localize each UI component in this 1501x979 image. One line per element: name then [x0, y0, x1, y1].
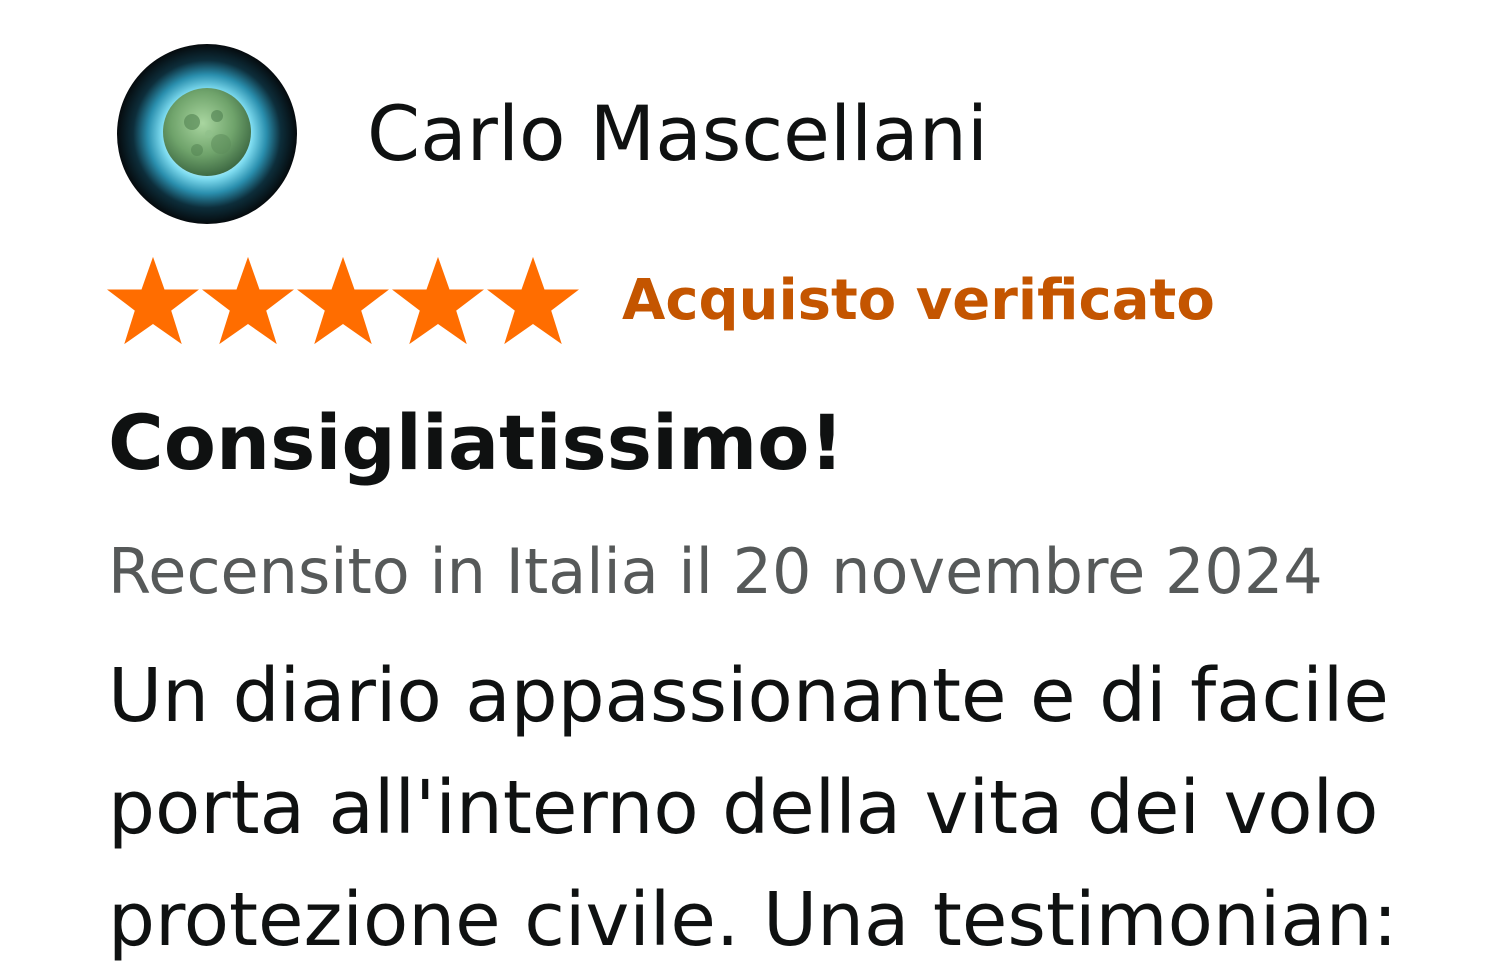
- review-body-line: protezione civile. Una testimonian:: [108, 877, 1398, 963]
- star-rating[interactable]: [105, 255, 580, 347]
- rating-row: Acquisto verificato: [105, 255, 1215, 347]
- review-card: Carlo Mascellani Acquisto verificato Con…: [0, 0, 1501, 979]
- star-icon: [105, 255, 201, 347]
- review-title[interactable]: Consigliatissimo!: [108, 393, 844, 493]
- verified-purchase-badge: Acquisto verificato: [622, 268, 1215, 333]
- review-body-line: porta all'interno della vita dei volo: [108, 765, 1379, 851]
- review-body-line: Un diario appassionante e di facile: [108, 653, 1389, 739]
- reviewer-profile[interactable]: Carlo Mascellani: [117, 44, 988, 224]
- star-icon: [295, 255, 391, 347]
- reviewer-name[interactable]: Carlo Mascellani: [367, 89, 988, 179]
- star-icon: [200, 255, 296, 347]
- star-icon: [485, 255, 581, 347]
- avatar[interactable]: [117, 44, 297, 224]
- star-icon: [390, 255, 486, 347]
- moon-avatar-icon: [117, 44, 297, 224]
- review-date: Recensito in Italia il 20 novembre 2024: [108, 535, 1323, 608]
- review-body: Un diario appassionante e di facile port…: [108, 640, 1501, 976]
